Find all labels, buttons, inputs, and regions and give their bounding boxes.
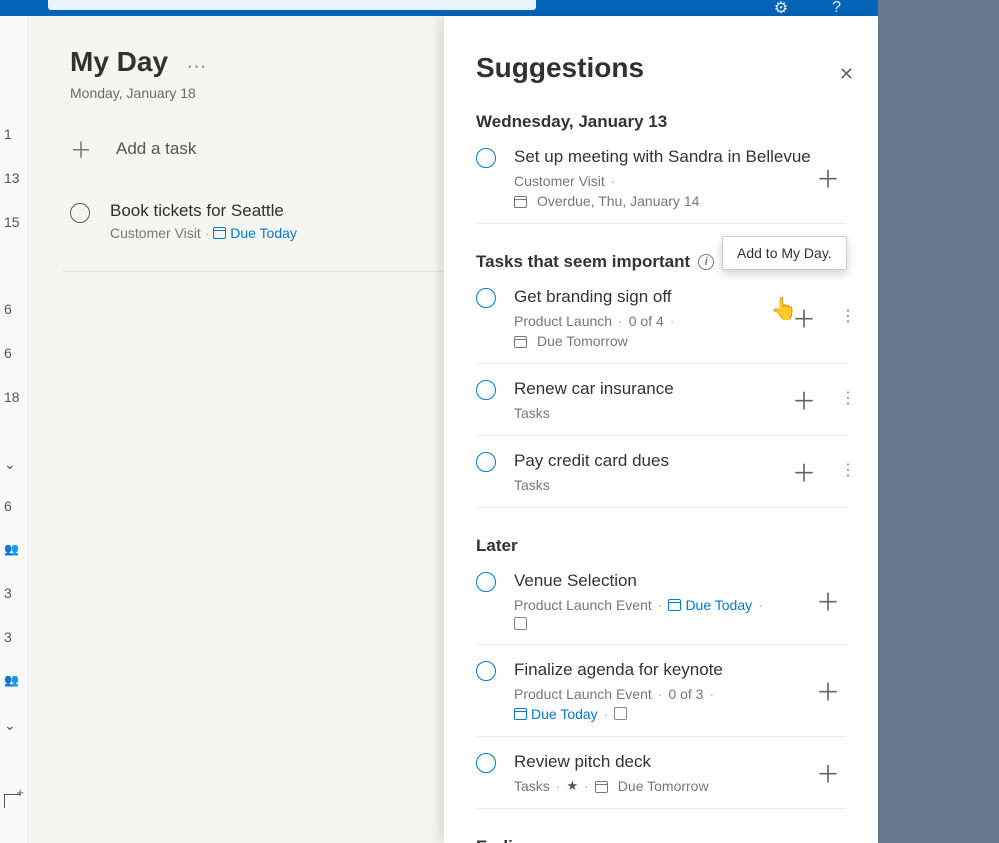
suggestion-title: Venue Selection [514, 570, 846, 593]
complete-checkbox[interactable] [476, 661, 496, 681]
add-to-my-day-button[interactable]: ＋ [792, 454, 816, 489]
divider [62, 271, 444, 272]
note-icon [614, 707, 627, 720]
more-options-button[interactable]: ⋮ [840, 397, 856, 401]
suggestion-section-header: Wednesday, January 13 [476, 112, 846, 132]
calendar-icon [213, 227, 226, 239]
people-icon: 👥 [4, 542, 19, 556]
page-date: Monday, January 18 [70, 85, 444, 101]
nav-count: 3 [4, 585, 26, 601]
chevron-down-icon[interactable]: ⌄ [4, 717, 16, 734]
suggestion-item[interactable]: Get branding sign off Product Launch· 0 … [476, 272, 846, 364]
suggestions-title: Suggestions [476, 52, 846, 84]
suggestion-due: Due Today [685, 597, 752, 613]
complete-checkbox[interactable] [70, 203, 90, 223]
tooltip: Add to My Day. [722, 236, 847, 270]
nav-count: 13 [4, 170, 26, 186]
calendar-icon [514, 336, 527, 348]
suggestion-due: Due Tomorrow [618, 778, 709, 794]
suggestion-item[interactable]: Renew car insurance Tasks ＋ ⋮ [476, 364, 846, 436]
right-margin [878, 0, 999, 843]
my-day-panel: My Day ⋯ Monday, January 18 ＋ Add a task… [28, 16, 444, 843]
navigation-sidebar: 1 13 15 6 6 18 ⌄ 6 👥 3 3 👥 ⌄ [0, 16, 28, 843]
complete-checkbox[interactable] [476, 288, 496, 308]
suggestion-item[interactable]: Venue Selection Product Launch Event· Du… [476, 556, 846, 645]
plus-icon: ＋ [70, 133, 92, 165]
more-options-button[interactable]: ⋮ [840, 315, 856, 319]
more-options-button[interactable]: ⋮ [840, 469, 856, 473]
suggestion-list: Tasks [514, 477, 550, 493]
add-to-my-day-button[interactable]: ＋ [816, 673, 840, 708]
complete-checkbox[interactable] [476, 380, 496, 400]
topbar: ⚙ ? 📣 MD [0, 0, 999, 16]
suggestion-section-header: Earlier [476, 837, 846, 843]
list-options-button[interactable]: ⋯ [187, 54, 207, 79]
calendar-icon [595, 781, 608, 793]
nav-count: 6 [4, 498, 26, 514]
close-icon[interactable]: ✕ [839, 64, 854, 85]
suggestion-list: Product Launch Event [514, 686, 652, 702]
nav-count: 18 [4, 389, 26, 405]
chevron-down-icon[interactable]: ⌄ [4, 456, 16, 473]
suggestion-due: Due Tomorrow [537, 333, 628, 349]
complete-checkbox[interactable] [476, 148, 496, 168]
calendar-icon [514, 196, 527, 208]
suggestion-list: Customer Visit [514, 173, 605, 189]
info-icon[interactable]: i [698, 254, 714, 270]
add-to-my-day-button[interactable]: ＋ [792, 382, 816, 417]
suggestion-steps: 0 of 3 [668, 686, 703, 702]
task-item[interactable]: Book tickets for Seattle Customer Visit … [70, 201, 444, 241]
suggestion-item[interactable]: Set up meeting with Sandra in Bellevue C… [476, 132, 846, 224]
add-task-row[interactable]: ＋ Add a task [70, 133, 444, 165]
star-icon: ★ [566, 778, 578, 794]
new-list-icon[interactable] [4, 794, 20, 811]
add-to-my-day-button[interactable]: ＋ [816, 755, 840, 790]
calendar-icon [514, 708, 527, 720]
suggestion-item[interactable]: Review pitch deck Tasks· ★· Due Tomorrow… [476, 737, 846, 809]
add-task-placeholder: Add a task [116, 139, 196, 159]
add-to-my-day-button[interactable]: ＋ [816, 160, 840, 195]
task-list-name: Customer Visit [110, 225, 201, 241]
nav-count: 3 [4, 629, 26, 645]
help-icon[interactable]: ? [832, 0, 841, 17]
task-title: Book tickets for Seattle [110, 201, 297, 221]
suggestion-list: Tasks [514, 778, 550, 794]
people-icon: 👥 [4, 673, 19, 687]
suggestion-overdue: Overdue, Thu, January 14 [537, 193, 699, 209]
note-icon [514, 617, 527, 630]
add-to-my-day-button[interactable]: ＋ [792, 300, 816, 335]
suggestion-list: Tasks [514, 405, 550, 421]
search-box[interactable] [48, 0, 536, 10]
add-to-my-day-button[interactable]: ＋ [816, 582, 840, 617]
nav-count: 1 [4, 126, 26, 142]
suggestion-item[interactable]: Finalize agenda for keynote Product Laun… [476, 645, 846, 737]
complete-checkbox[interactable] [476, 452, 496, 472]
suggestion-steps: 0 of 4 [629, 313, 664, 329]
task-due: Due Today [230, 225, 297, 241]
suggestions-panel: Suggestions ✕ Wednesday, January 13 Set … [444, 16, 878, 843]
suggestion-title: Finalize agenda for keynote [514, 659, 846, 682]
suggestion-list: Product Launch Event [514, 597, 652, 613]
page-title: My Day [70, 46, 168, 78]
nav-count: 15 [4, 214, 26, 230]
suggestion-due: Due Today [531, 706, 598, 722]
calendar-icon [668, 599, 681, 611]
complete-checkbox[interactable] [476, 572, 496, 592]
suggestion-list: Product Launch [514, 313, 612, 329]
nav-count: 6 [4, 301, 26, 317]
suggestion-title: Review pitch deck [514, 751, 846, 774]
nav-count: 6 [4, 345, 26, 361]
complete-checkbox[interactable] [476, 753, 496, 773]
suggestion-title: Set up meeting with Sandra in Bellevue [514, 146, 846, 169]
suggestion-item[interactable]: Pay credit card dues Tasks ＋ ⋮ [476, 436, 846, 508]
suggestion-section-header: Later [476, 536, 846, 556]
